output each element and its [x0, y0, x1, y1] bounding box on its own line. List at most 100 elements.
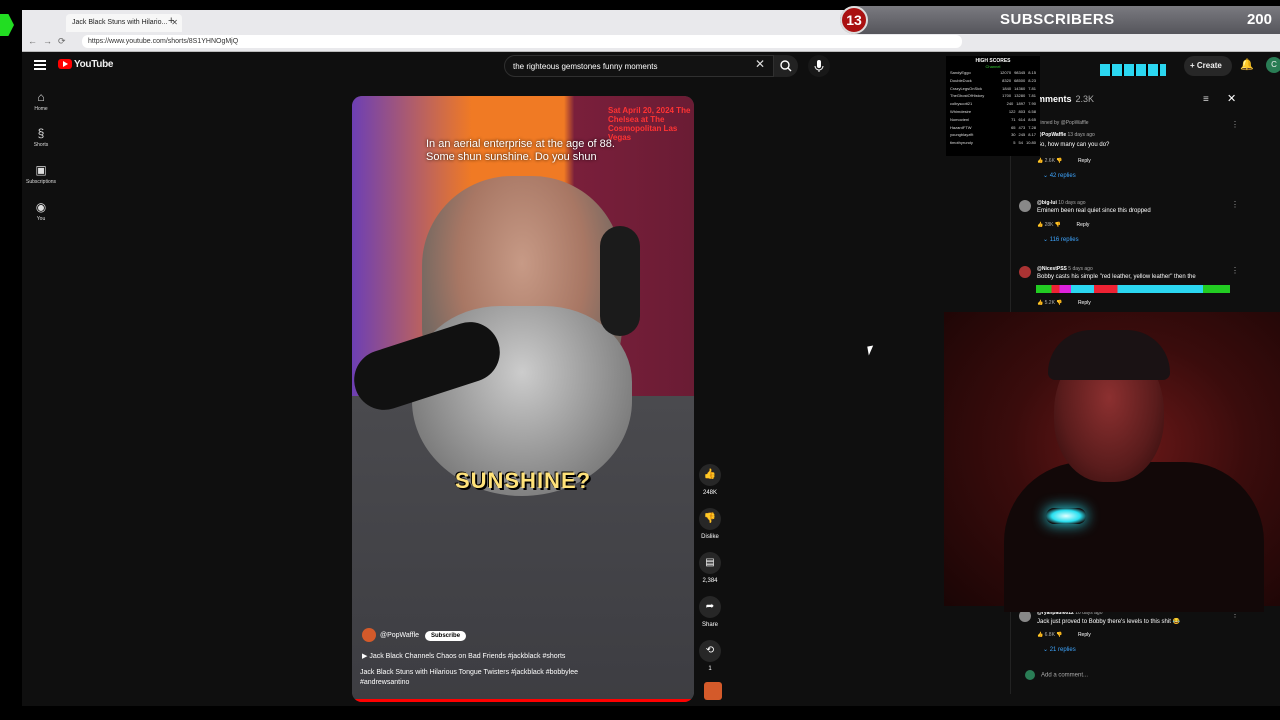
sidebar-label: You [36, 216, 46, 222]
sidebar-item-home[interactable]: ⌂ Home [22, 90, 60, 112]
comment-actions: 👍 5.2K 👎 Reply [1037, 300, 1091, 306]
high-score-value: 8.23 [1028, 77, 1036, 83]
address-bar[interactable]: https://www.youtube.com/shorts/8S1YHNOgM… [82, 35, 962, 48]
sidebar-item-subscriptions[interactable]: ▣ Subscriptions [22, 163, 60, 185]
voice-search-button[interactable] [808, 55, 830, 77]
reply-button[interactable]: Reply [1077, 222, 1090, 228]
youtube-logo[interactable]: YouTube [58, 59, 114, 70]
high-score-value: 240 [1006, 101, 1014, 107]
comment-author[interactable]: @PopWaffle [1037, 132, 1066, 138]
comment-likes: 28K [1044, 222, 1054, 228]
sidebar-item-you[interactable]: ◉ You [22, 200, 60, 222]
subscriber-goal: 200 [1246, 11, 1272, 28]
sidebar-item-shorts[interactable]: § Shorts [22, 126, 60, 148]
search-input[interactable]: the righteous gemstones funny moments [504, 55, 774, 77]
share-icon: ➦ [699, 596, 721, 618]
reply-button[interactable]: Reply [1078, 158, 1091, 164]
high-score-value: 71 [1011, 116, 1016, 122]
reply-button[interactable]: Reply [1078, 632, 1091, 638]
channel-name[interactable]: @PopWaffle [380, 632, 419, 639]
comments-count: 2.3K [1075, 94, 1095, 104]
comment-age: 10 days ago [1058, 200, 1086, 206]
clear-search-icon[interactable]: ✕ [755, 57, 765, 71]
high-score-value: 12070 [999, 70, 1012, 75]
sort-icon[interactable]: ≡ [1203, 94, 1209, 105]
playlist-title: Jack Black Channels Chaos on Bad Friends… [369, 653, 566, 660]
remix-button[interactable]: ⟲ 1 [698, 640, 722, 672]
high-score-value: 1840 [1002, 85, 1012, 91]
channel-avatar[interactable] [362, 628, 376, 642]
view-replies-link[interactable]: ⌄ 42 replies [1043, 172, 1076, 179]
subscribe-button[interactable]: Subscribe [425, 630, 467, 641]
high-score-name: TheGhostOfHistory [950, 93, 985, 99]
comment-text: So, how many can you do? [1037, 142, 1110, 148]
notifications-bell-icon[interactable]: 🔔 [1240, 58, 1254, 71]
subscriber-goal-banner: 13 SUBSCRIBERS 200 [840, 6, 1280, 34]
high-score-value: 1700 [1002, 93, 1012, 99]
high-score-row: DoubleDuck 8320 68500 8.23 [950, 77, 1036, 85]
high-score-value: 14360 [1014, 85, 1026, 91]
search-button[interactable] [774, 55, 798, 77]
video-caption-top: In an aerial enterprise at the age of 88… [426, 138, 615, 163]
view-replies-link[interactable]: ⌄ 21 replies [1043, 646, 1076, 653]
high-score-value: 68500 [1014, 77, 1026, 83]
logo-text: YouTube [74, 59, 114, 70]
like-button[interactable]: 👍 248K [698, 464, 722, 496]
add-comment-input[interactable]: Add a comment... [1025, 670, 1245, 680]
create-button[interactable]: + Create [1184, 56, 1232, 76]
video-caption-big: SUNSHINE? [454, 468, 592, 493]
view-replies-link[interactable]: ⌄ 116 replies [1043, 236, 1079, 243]
comment-avatar[interactable] [1019, 266, 1031, 278]
high-score-value: 473 [1018, 124, 1026, 130]
high-score-value: 8320 [1002, 77, 1012, 83]
like-count: 248K [702, 490, 717, 496]
sound-thumbnail[interactable] [704, 682, 722, 700]
share-button[interactable]: ➦ Share [698, 596, 722, 628]
high-score-row: SandyEggo 12070 98345 8.15 [950, 69, 1036, 77]
sidebar-label: Subscriptions [25, 179, 56, 185]
comment-text: Eminem been real quiet since this droppe… [1037, 208, 1151, 214]
pinned-label: Pinned by @PopWaffle [1037, 120, 1089, 126]
sidebar-label: Home [34, 106, 48, 112]
high-score-row: timothyrundy 5 54 10.80 [950, 139, 1036, 147]
high-score-value: 7.28 [1028, 124, 1036, 130]
high-score-value: 54 [1018, 140, 1023, 146]
comment-avatar[interactable] [1019, 200, 1031, 212]
more-options-icon[interactable]: ⋮ [1231, 266, 1239, 275]
replies-count: 116 replies [1049, 237, 1079, 243]
hamburger-menu-icon[interactable] [34, 60, 46, 70]
more-options-icon[interactable]: ⋮ [1231, 120, 1239, 129]
high-score-value: 7.81 [1028, 85, 1036, 91]
subscriber-count-badge: 13 [840, 6, 868, 34]
search-icon [780, 60, 792, 72]
high-score-value: 65 [1011, 124, 1016, 130]
dislike-label: Dislike [701, 534, 719, 540]
nav-buttons[interactable]: ←→⟳ [28, 36, 72, 47]
new-tab-icon[interactable]: + [168, 15, 174, 27]
reply-button[interactable]: Reply [1078, 300, 1091, 306]
high-score-name: SandyEggo [950, 70, 971, 75]
green-arrow-icon [0, 14, 14, 36]
high-score-value: 7.90 [1028, 101, 1036, 107]
comment-author[interactable]: @NicestPSS [1037, 266, 1067, 272]
comments-button[interactable]: ▤ 2,384 [698, 552, 722, 584]
comment-likes: 6.8K [1044, 632, 1055, 638]
remix-count: 1 [708, 666, 712, 672]
high-score-value: 8.65 [1028, 116, 1036, 122]
shorts-video-player[interactable]: Sat April 20, 2024 The Chelsea at The Co… [352, 96, 694, 702]
remix-icon: ⟲ [699, 640, 721, 662]
comment-item: Pinned by @PopWaffle @PopWaffle 13 days … [1019, 120, 1243, 180]
account-avatar[interactable]: C [1266, 57, 1280, 73]
tab-title: Jack Black Stuns with Hilario... [72, 19, 168, 26]
playlist-link[interactable]: ▶ Jack Black Channels Chaos on Bad Frien… [362, 652, 682, 660]
close-icon[interactable]: ✕ [1227, 92, 1236, 105]
more-options-icon[interactable]: ⋮ [1231, 200, 1239, 209]
video-progress-bar[interactable] [352, 699, 694, 702]
comment-author[interactable]: @big-lui [1037, 200, 1057, 206]
channel-row: @PopWaffle Subscribe [362, 628, 682, 644]
dislike-button[interactable]: 👎 Dislike [698, 508, 722, 540]
high-score-value: 7.81 [1028, 93, 1036, 99]
browser-tab[interactable]: Jack Black Stuns with Hilario... ✕ [66, 14, 182, 32]
streamer-cap [1048, 330, 1170, 380]
high-score-row: Whimdesire 122 803 6.58 [950, 108, 1036, 116]
